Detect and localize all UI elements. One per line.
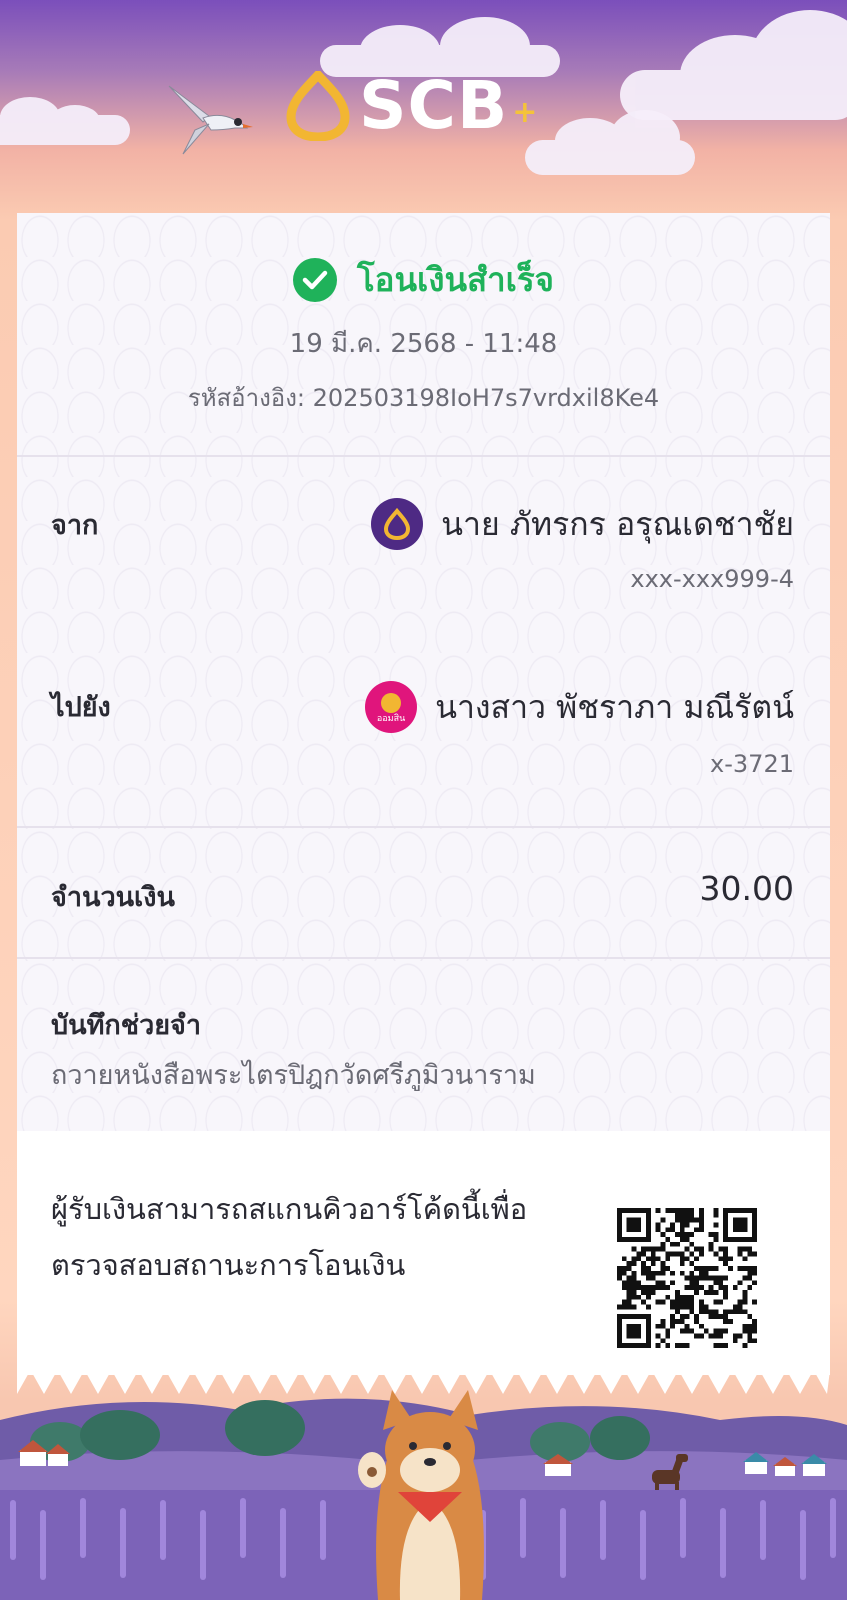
brand-plus: + bbox=[512, 95, 538, 130]
scb-shell-logo-icon bbox=[286, 70, 350, 141]
divider bbox=[17, 826, 830, 828]
qr-instruction-line2: ตรวจสอบสถานะการโอนเงิน bbox=[51, 1248, 406, 1282]
scb-logo: SCB + bbox=[285, 68, 555, 143]
cloud-decoration bbox=[0, 97, 130, 145]
transaction-datetime: 19 มี.ค. 2568 - 11:48 bbox=[289, 329, 558, 359]
from-row: นาย ภัทรกร อรุณเดชาชัย bbox=[371, 498, 794, 550]
divider bbox=[17, 455, 830, 457]
gsb-bank-icon: ออมสิน bbox=[365, 681, 418, 733]
gsb-badge: ออมสิน bbox=[376, 714, 406, 724]
amount-label: จำนวนเงิน bbox=[51, 882, 175, 913]
cloud-decoration bbox=[525, 110, 695, 175]
transfer-receipt-card: โอนเงินสำเร็จ 19 มี.ค. 2568 - 11:48 รหัส… bbox=[17, 213, 830, 1375]
transfer-status: โอนเงินสำเร็จ bbox=[17, 253, 830, 306]
scb-bank-icon bbox=[371, 498, 424, 550]
sender-account: xxx-xxx999-4 bbox=[630, 565, 794, 593]
qr-instruction-line1: ผู้รับเงินสามารถสแกนคิวอาร์โค้ดนี้เพื่อ bbox=[51, 1192, 528, 1226]
from-label: จาก bbox=[51, 510, 99, 541]
check-circle-icon bbox=[292, 257, 337, 302]
memo-value: ถวายหนังสือพระไตรปิฎกวัดศรีภูมิวนาราม bbox=[51, 1060, 536, 1091]
sender-name: นาย ภัทรกร อรุณเดชาชัย bbox=[441, 504, 794, 543]
divider bbox=[17, 957, 830, 959]
amount-value: 30.00 bbox=[699, 869, 794, 908]
recipient-account: x-3721 bbox=[710, 750, 794, 778]
brand-name: SCB bbox=[359, 66, 509, 144]
bird-icon bbox=[168, 85, 253, 155]
header-banner: SCB + bbox=[0, 0, 847, 215]
to-row: ออมสิน นางสาว พัชราภา มณีรัตน์ bbox=[365, 681, 794, 733]
qr-code[interactable] bbox=[617, 1208, 757, 1348]
status-text: โอนเงินสำเร็จ bbox=[356, 260, 555, 299]
recipient-name: นางสาว พัชราภา มณีรัตน์ bbox=[435, 687, 794, 726]
qr-instruction: ผู้รับเงินสามารถสแกนคิวอาร์โค้ดนี้เพื่อ … bbox=[51, 1181, 571, 1293]
footer-illustration bbox=[0, 1380, 847, 1600]
reference-number: รหัสอ้างอิง: 202503198IoH7s7vrdxil8Ke4 bbox=[187, 384, 660, 412]
to-label: ไปยัง bbox=[51, 692, 111, 723]
memo-label: บันทึกช่วยจำ bbox=[51, 1010, 202, 1041]
